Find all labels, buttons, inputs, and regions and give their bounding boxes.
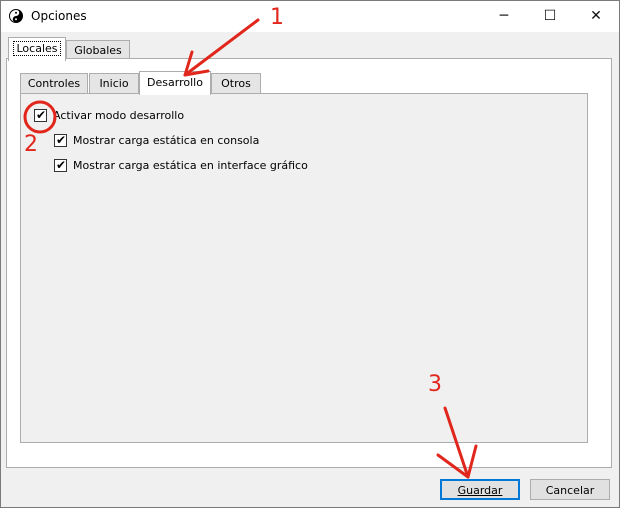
tab-locales[interactable]: Locales (8, 37, 66, 61)
tab-desarrollo-label: Desarrollo (147, 76, 203, 89)
minimize-button[interactable]: ─ (481, 1, 527, 32)
option-mostrar-carga-interface[interactable]: ✔ Mostrar carga estática en interface gr… (54, 157, 308, 173)
check-icon: ✔ (36, 107, 47, 122)
tab-otros-label: Otros (221, 77, 251, 90)
activar-modo-desarrollo-checkbox[interactable]: ✔ (34, 107, 47, 122)
cancel-button[interactable]: Cancelar (530, 479, 610, 500)
yin-yang-icon (9, 9, 23, 23)
option-activar-modo-desarrollo[interactable]: ✔ Activar modo desarrollo (34, 107, 184, 123)
maximize-button[interactable]: ☐ (527, 1, 573, 32)
mostrar-carga-interface-label: Mostrar carga estática en interface gráf… (73, 158, 308, 172)
tab-locales-label: Locales (13, 41, 61, 56)
title-bar[interactable]: Opciones ─ ☐ ✕ (1, 1, 619, 32)
save-button[interactable]: Guardar (440, 479, 520, 500)
check-icon: ✔ (56, 157, 67, 172)
check-icon: ✔ (56, 132, 67, 147)
option-mostrar-carga-consola[interactable]: ✔ Mostrar carga estática en consola (54, 132, 259, 148)
tab-controles-label: Controles (27, 77, 81, 90)
save-button-label: Guardar (457, 484, 503, 497)
annotation-step-3: 3 (428, 372, 442, 397)
annotation-step-1: 1 (270, 5, 284, 30)
tab-controles[interactable]: Controles (20, 73, 88, 94)
tab-inicio-label: Inicio (99, 77, 129, 90)
annotation-step-2: 2 (24, 132, 38, 157)
cancel-button-label: Cancelar (545, 484, 595, 497)
tab-desarrollo[interactable]: Desarrollo (139, 71, 211, 95)
mostrar-carga-consola-label: Mostrar carga estática en consola (73, 133, 260, 147)
tab-globales-label: Globales (74, 44, 122, 57)
window-title: Opciones (31, 9, 87, 23)
tab-otros[interactable]: Otros (211, 73, 261, 94)
activar-modo-desarrollo-label: Activar modo desarrollo (53, 108, 185, 122)
mostrar-carga-interface-checkbox[interactable]: ✔ (54, 157, 67, 172)
mostrar-carga-consola-checkbox[interactable]: ✔ (54, 132, 67, 147)
close-button[interactable]: ✕ (573, 1, 619, 32)
tab-inicio[interactable]: Inicio (89, 73, 139, 94)
